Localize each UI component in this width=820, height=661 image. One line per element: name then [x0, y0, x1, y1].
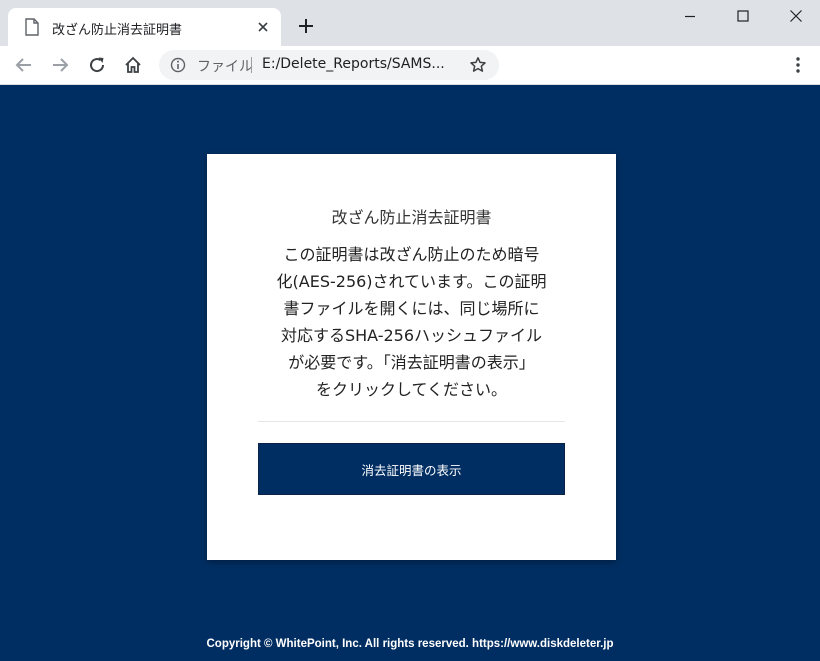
address-bar[interactable]: ファイル E:/Delete_Reports/SAMS...: [159, 50, 499, 80]
kebab-menu-icon[interactable]: [788, 55, 808, 75]
bookmark-star-icon[interactable]: [469, 56, 487, 74]
scheme-label: ファイル: [197, 59, 253, 75]
reload-icon[interactable]: [87, 55, 107, 75]
address-separator: [251, 57, 252, 73]
address-url[interactable]: E:/Delete_Reports/SAMS...: [262, 56, 462, 72]
description-line: 書ファイルを開くには、同じ場所に: [283, 299, 540, 318]
document-icon: [25, 18, 39, 36]
show-certificate-button[interactable]: 消去証明書の表示: [258, 443, 565, 495]
card-description: この証明書は改ざん防止のため暗号 化(AES-256)されています。この証明 書…: [261, 241, 562, 403]
card-title: 改ざん防止消去証明書: [331, 208, 492, 227]
close-window-icon[interactable]: [786, 6, 806, 26]
new-tab-plus-icon[interactable]: [297, 17, 315, 35]
tab-title: 改ざん防止消去証明書: [52, 23, 183, 38]
description-line: をクリックしてください。: [315, 380, 508, 399]
description-line: 対応するSHA-256ハッシュファイル: [280, 326, 543, 345]
info-icon[interactable]: [170, 57, 186, 73]
maximize-window-icon[interactable]: [733, 6, 753, 26]
copyright-footer: Copyright © WhitePoint, Inc. All rights …: [206, 638, 614, 650]
tab-strip: 改ざん防止消去証明書: [0, 0, 820, 46]
certificate-card: 改ざん防止消去証明書 この証明書は改ざん防止のため暗号 化(AES-256)され…: [207, 154, 616, 560]
close-tab-icon[interactable]: [255, 19, 271, 35]
description-line: 化(AES-256)されています。この証明: [276, 272, 547, 291]
home-icon[interactable]: [123, 55, 143, 75]
minimize-window-icon[interactable]: [680, 6, 700, 26]
browser-tab[interactable]: 改ざん防止消去証明書: [8, 8, 281, 46]
description-line: この証明書は改ざん防止のため暗号: [283, 245, 540, 264]
back-arrow-icon[interactable]: [14, 55, 34, 75]
page-content: 改ざん防止消去証明書 この証明書は改ざん防止のため暗号 化(AES-256)され…: [0, 85, 820, 661]
browser-toolbar: ファイル E:/Delete_Reports/SAMS...: [0, 46, 820, 85]
forward-arrow-icon[interactable]: [50, 55, 70, 75]
card-divider: [258, 421, 565, 422]
description-line: が必要です。「消去証明書の表示」: [288, 353, 535, 372]
